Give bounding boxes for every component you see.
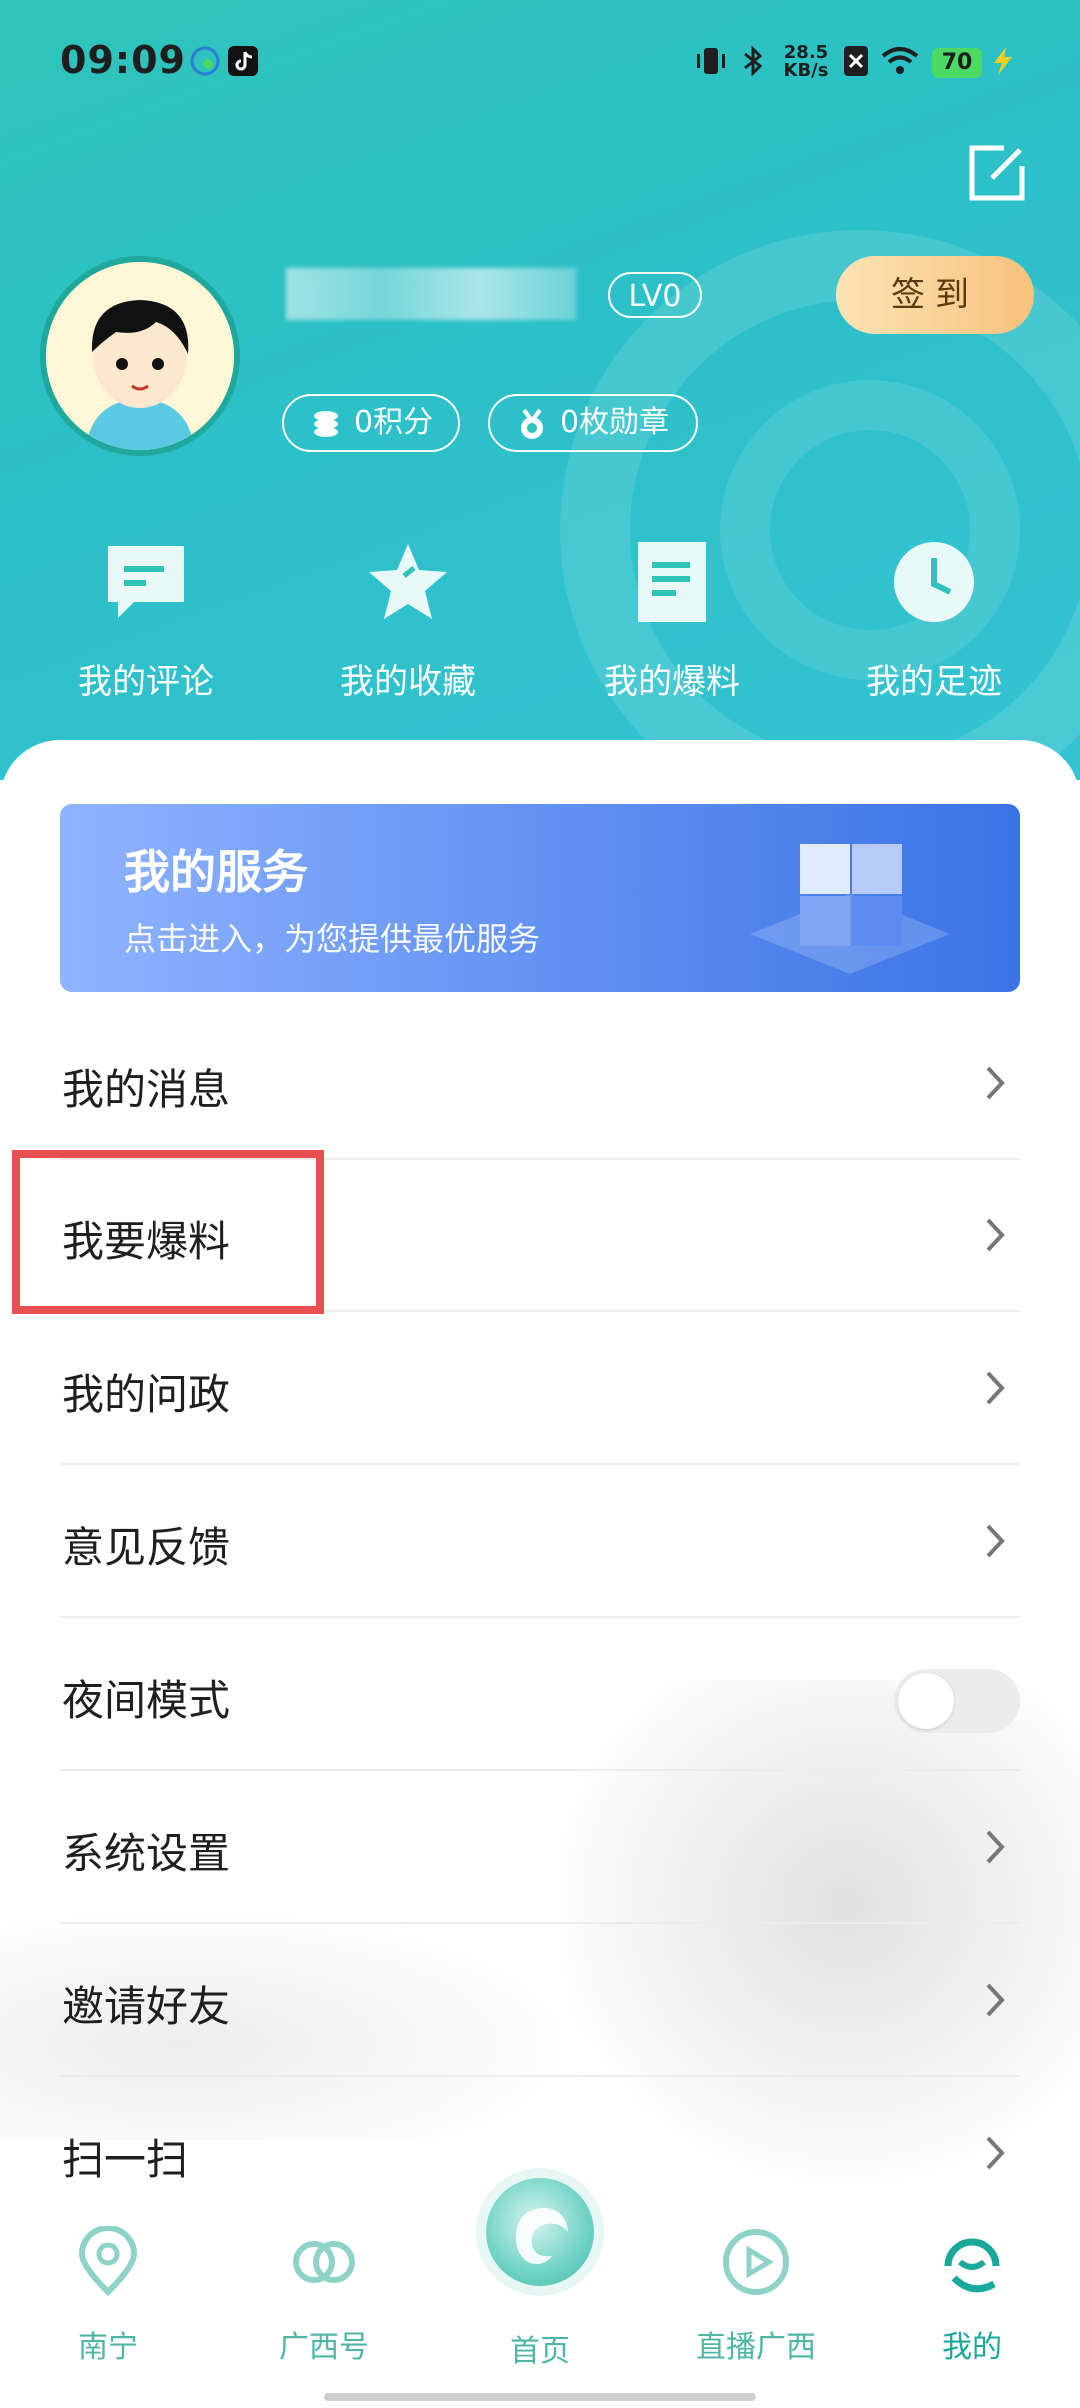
tab-mine[interactable]: 我的 bbox=[892, 2226, 1052, 2366]
quick-action-label: 我的足迹 bbox=[866, 662, 1002, 702]
tab-label: 南宁 bbox=[78, 2330, 138, 2365]
chevron-right-icon bbox=[986, 1830, 1005, 1864]
sim-icon bbox=[844, 46, 868, 76]
tab-nanning[interactable]: 南宁 bbox=[28, 2225, 188, 2366]
wifi-icon bbox=[881, 47, 919, 74]
menu-item-label: 邀请好友 bbox=[62, 1982, 231, 2031]
quick-action-label: 我的收藏 bbox=[340, 662, 476, 702]
document-icon bbox=[638, 542, 706, 622]
location-icon bbox=[78, 2225, 138, 2297]
home-logo-icon[interactable] bbox=[486, 2178, 594, 2286]
comment-icon bbox=[108, 546, 184, 618]
service-banner-title: 我的服务 bbox=[124, 845, 308, 899]
chevron-right-icon bbox=[986, 1066, 1005, 1100]
avatar-illustration bbox=[46, 262, 234, 450]
points-label: 0积分 bbox=[354, 405, 434, 440]
profile-icon bbox=[944, 2238, 1000, 2293]
menu-item-inquiries[interactable]: 我的问政 bbox=[60, 1313, 1020, 1465]
bluetooth-icon bbox=[744, 45, 763, 77]
coins-icon bbox=[314, 411, 338, 437]
quick-action-history[interactable]: 我的足迹 bbox=[824, 540, 1044, 703]
edit-icon[interactable] bbox=[968, 144, 1026, 202]
link-icon bbox=[293, 2241, 355, 2283]
quick-action-comments[interactable]: 我的评论 bbox=[36, 540, 256, 703]
points-pill[interactable]: 0积分 bbox=[282, 394, 460, 452]
menu-item-invite-friends[interactable]: 邀请好友 bbox=[60, 1925, 1020, 2077]
tab-label: 我的 bbox=[942, 2330, 1002, 2365]
menu-item-messages[interactable]: 我的消息 bbox=[60, 1008, 1020, 1160]
toggle-knob bbox=[898, 1673, 954, 1729]
tab-home-label[interactable]: 首页 bbox=[480, 2326, 600, 2370]
quick-action-label: 我的爆料 bbox=[604, 662, 740, 702]
menu-item-label: 我的问政 bbox=[62, 1370, 231, 1419]
menu-item-label: 我的消息 bbox=[62, 1065, 231, 1114]
username-redacted bbox=[286, 268, 576, 320]
avatar[interactable] bbox=[46, 262, 234, 450]
menu-item-label: 意见反馈 bbox=[62, 1523, 231, 1572]
checkin-button[interactable]: 签到 bbox=[836, 256, 1034, 334]
battery-indicator: 70 bbox=[932, 48, 982, 78]
tab-guangxi-account[interactable]: 广西号 bbox=[244, 2226, 404, 2366]
menu-item-label: 夜间模式 bbox=[62, 1676, 231, 1725]
highlight-annotation-box bbox=[12, 1150, 324, 1314]
assistant-icon bbox=[190, 46, 220, 76]
quick-action-reports[interactable]: 我的爆料 bbox=[562, 540, 782, 703]
badges-pill[interactable]: 0枚勋章 bbox=[488, 394, 698, 452]
menu-item-settings[interactable]: 系统设置 bbox=[60, 1772, 1020, 1924]
night-mode-toggle[interactable] bbox=[894, 1669, 1020, 1733]
medal-icon bbox=[521, 408, 543, 439]
chevron-right-icon bbox=[986, 1983, 1005, 2017]
menu-item-label: 系统设置 bbox=[62, 1829, 231, 1878]
status-time: 09:09 bbox=[60, 38, 186, 82]
cube-illustration bbox=[750, 844, 950, 974]
chevron-right-icon bbox=[986, 1218, 1005, 1252]
tiktok-icon bbox=[228, 46, 258, 76]
quick-action-favorites[interactable]: 我的收藏 bbox=[298, 540, 518, 703]
charging-icon bbox=[994, 47, 1012, 75]
vibrate-icon bbox=[697, 48, 725, 74]
play-icon bbox=[723, 2229, 789, 2295]
clock-icon bbox=[894, 542, 974, 622]
star-icon bbox=[369, 544, 447, 619]
chevron-right-icon bbox=[986, 1524, 1005, 1558]
status-bar: 09:09 28.5 KB/s 70 bbox=[0, 0, 1080, 120]
menu-item-feedback[interactable]: 意见反馈 bbox=[60, 1466, 1020, 1618]
tab-label: 直播广西 bbox=[696, 2330, 816, 2365]
badges-label: 0枚勋章 bbox=[560, 405, 670, 440]
quick-action-label: 我的评论 bbox=[78, 662, 214, 702]
service-banner-subtitle: 点击进入，为您提供最优服务 bbox=[124, 920, 541, 958]
level-badge: LV0 bbox=[608, 272, 702, 318]
chevron-right-icon bbox=[986, 2136, 1005, 2170]
tab-label: 广西号 bbox=[279, 2330, 369, 2365]
my-service-banner[interactable]: 我的服务 点击进入，为您提供最优服务 bbox=[60, 804, 1020, 992]
profile-header: 09:09 28.5 KB/s 70 LV0 签到 0积分 0枚勋章 我的评论 … bbox=[0, 0, 1080, 780]
chevron-right-icon bbox=[986, 1371, 1005, 1405]
menu-item-night-mode: 夜间模式 bbox=[60, 1619, 1020, 1771]
tab-live-guangxi[interactable]: 直播广西 bbox=[676, 2226, 836, 2366]
home-swirl-icon bbox=[516, 2208, 568, 2264]
network-speed: 28.5 KB/s bbox=[783, 42, 829, 81]
gesture-bar bbox=[324, 2393, 756, 2401]
